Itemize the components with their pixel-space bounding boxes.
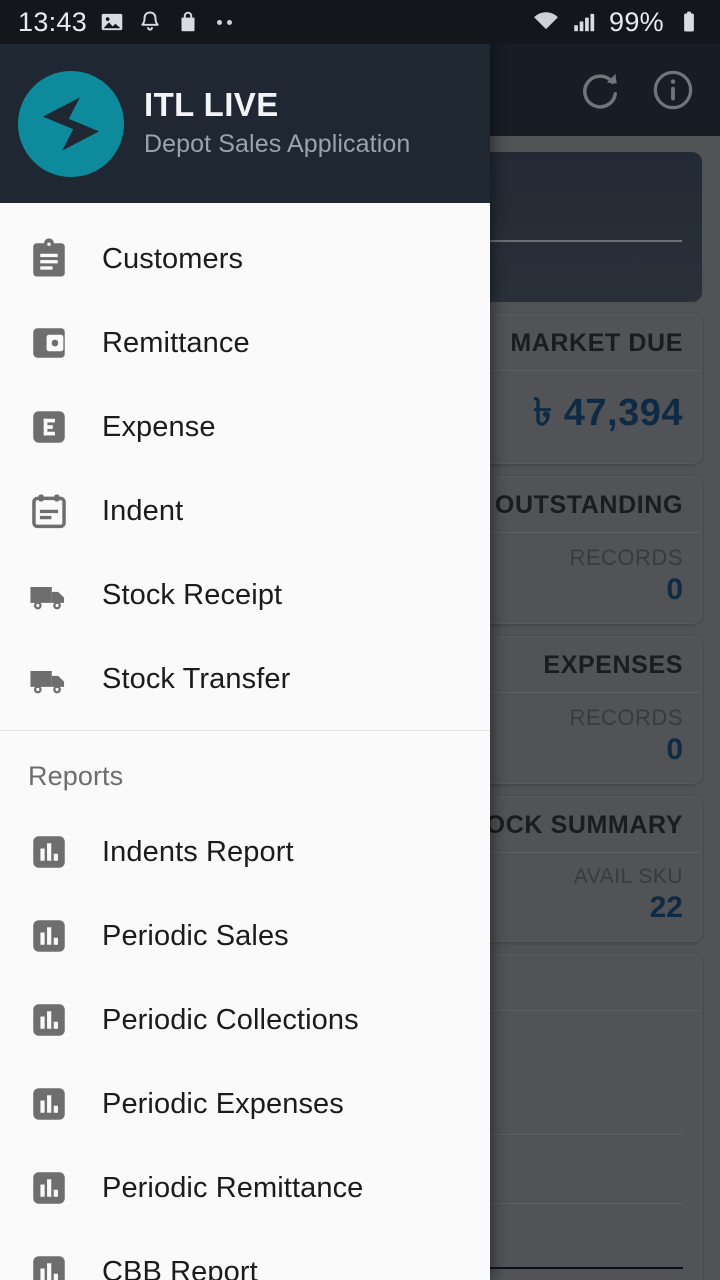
- brand-text: ITL LIVE Depot Sales Application: [144, 86, 410, 160]
- menu-item-stock-transfer[interactable]: Stock Transfer: [0, 637, 490, 721]
- bar-chart-icon: [26, 997, 72, 1043]
- menu-item-label: Stock Transfer: [102, 662, 291, 695]
- bell-icon: [137, 9, 163, 35]
- itl-live-logo-icon: [18, 70, 124, 177]
- report-item-cbb-report[interactable]: CBB Report: [0, 1230, 490, 1280]
- expense-e-icon: [26, 404, 72, 450]
- drawer-menu: Customers Remittance Expense Indent Stoc…: [0, 203, 490, 1280]
- menu-item-stock-receipt[interactable]: Stock Receipt: [0, 553, 490, 637]
- reports-section-title: Reports: [28, 761, 124, 791]
- report-item-label: Indents Report: [102, 835, 294, 868]
- menu-item-indent[interactable]: Indent: [0, 469, 490, 553]
- overflow-dots-icon: [217, 19, 233, 25]
- bar-chart-icon: [26, 1165, 72, 1211]
- menu-item-expense[interactable]: Expense: [0, 385, 490, 469]
- wifi-icon: [533, 9, 559, 35]
- report-item-periodic-expenses[interactable]: Periodic Expenses: [0, 1062, 490, 1146]
- report-item-indents-report[interactable]: Indents Report: [0, 810, 490, 894]
- report-item-periodic-remittance[interactable]: Periodic Remittance: [0, 1146, 490, 1230]
- menu-item-label: Remittance: [102, 326, 250, 359]
- app-subtitle: Depot Sales Application: [144, 130, 411, 159]
- status-bar-right: 99%: [533, 7, 702, 38]
- menu-item-label: Stock Receipt: [102, 578, 283, 611]
- report-item-label: Periodic Sales: [102, 919, 289, 952]
- status-bar: 13:43 99%: [0, 0, 720, 44]
- truck-icon: [26, 656, 72, 702]
- wallet-icon: [26, 320, 72, 366]
- shopping-bag-icon: [175, 9, 201, 35]
- calendar-note-icon: [26, 488, 72, 534]
- phone-screen: DEPOT 4 MARKET DUE ৳ 47,394 OUTSTANDING …: [0, 0, 720, 1280]
- report-item-periodic-sales[interactable]: Periodic Sales: [0, 894, 490, 978]
- menu-item-label: Indent: [102, 494, 184, 527]
- menu-item-label: Customers: [102, 242, 244, 275]
- truck-icon: [26, 572, 72, 618]
- lightning-bolt-glyph: [42, 96, 100, 151]
- image-icon: [99, 9, 125, 35]
- bar-chart-icon: [26, 1249, 72, 1280]
- app-title: ITL LIVE: [144, 86, 279, 124]
- battery-percent: 99%: [609, 6, 664, 37]
- report-item-label: Periodic Expenses: [102, 1087, 344, 1120]
- status-time: 13:43: [18, 6, 88, 37]
- bar-chart-icon: [26, 829, 72, 875]
- menu-item-customers[interactable]: Customers: [0, 217, 490, 301]
- signal-icon: [571, 9, 597, 35]
- menu-item-label: Expense: [102, 410, 216, 443]
- menu-item-remittance[interactable]: Remittance: [0, 301, 490, 385]
- battery-icon: [676, 9, 702, 35]
- clipboard-icon: [26, 236, 72, 282]
- report-item-label: Periodic Collections: [102, 1003, 359, 1036]
- report-item-label: Periodic Remittance: [102, 1171, 364, 1204]
- bar-chart-icon: [26, 913, 72, 959]
- report-item-label: CBB Report: [102, 1255, 258, 1280]
- status-bar-left: 13:43: [18, 6, 233, 38]
- drawer-header: ITL LIVE Depot Sales Application: [0, 44, 490, 203]
- navigation-drawer: ITL LIVE Depot Sales Application Custome…: [0, 44, 490, 1280]
- bar-chart-icon: [26, 1081, 72, 1127]
- report-item-periodic-collections[interactable]: Periodic Collections: [0, 978, 490, 1062]
